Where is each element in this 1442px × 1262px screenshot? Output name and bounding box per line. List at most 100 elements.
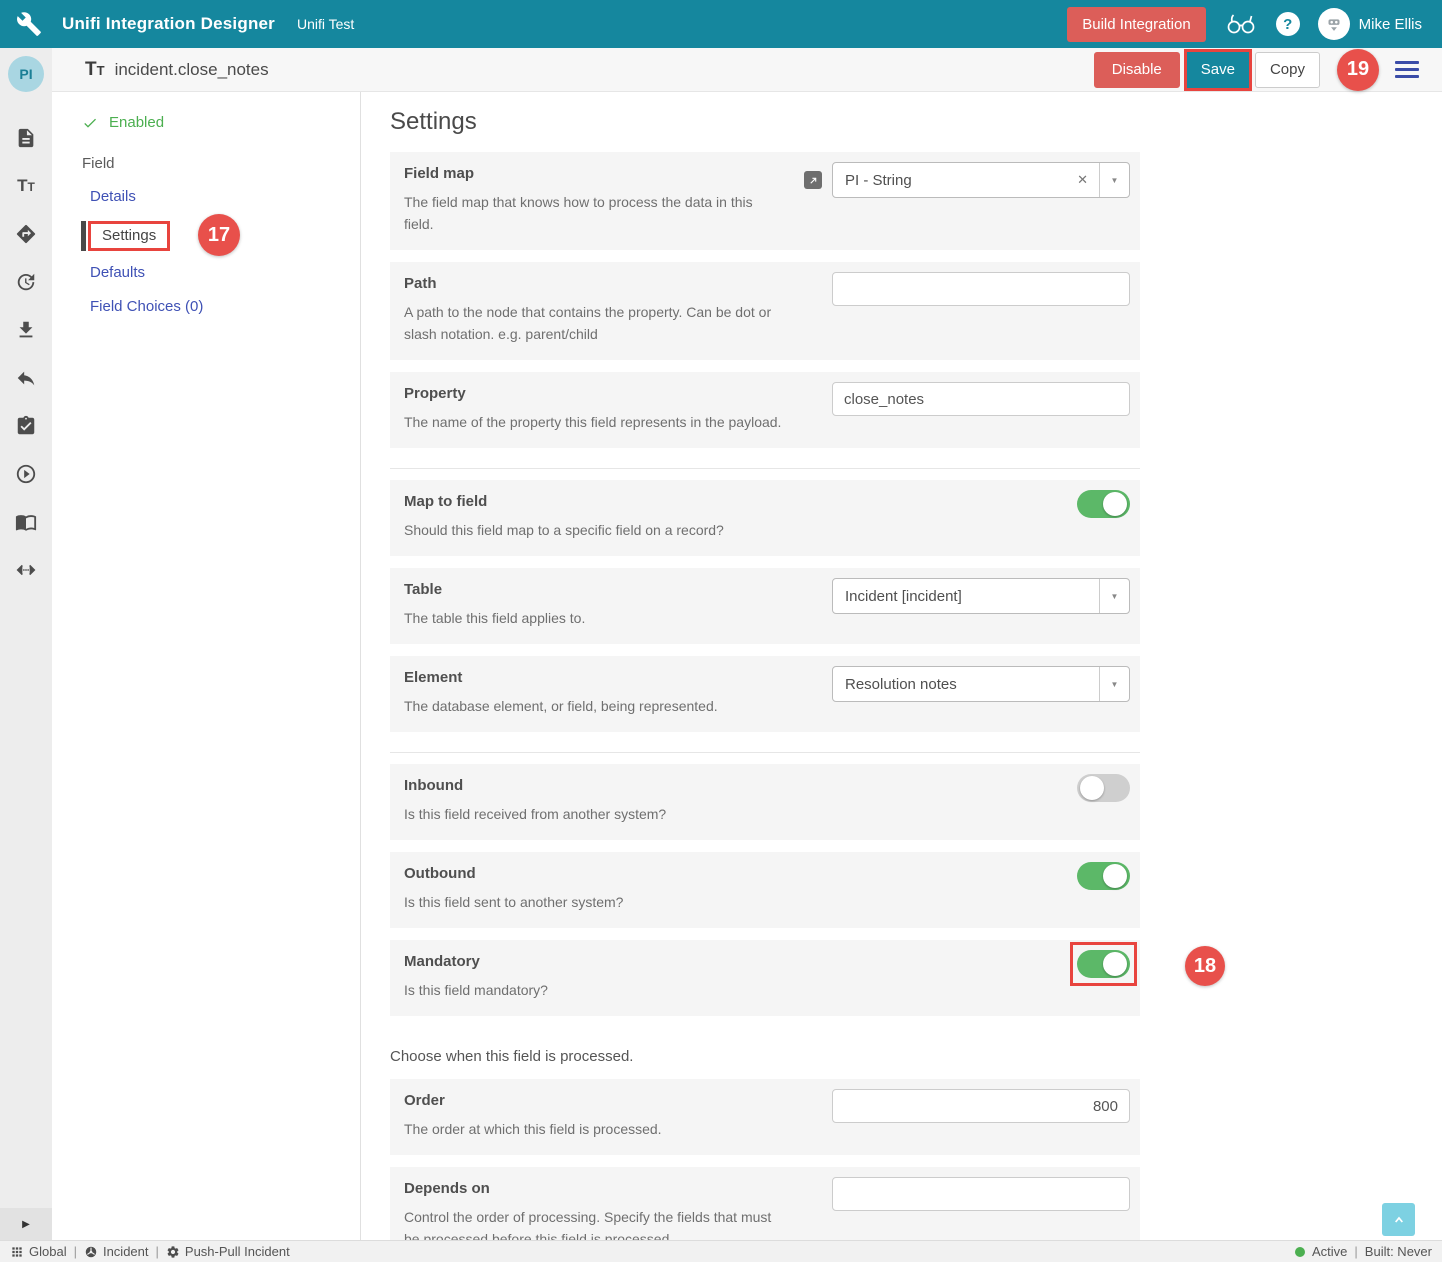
app-subtitle: Unifi Test bbox=[297, 16, 354, 32]
topbar: Unifi Integration Designer Unifi Test Bu… bbox=[0, 0, 1442, 48]
field-description: The field map that knows how to process … bbox=[404, 191, 784, 235]
clear-icon[interactable]: ✕ bbox=[1066, 172, 1099, 188]
page-title: Settings bbox=[390, 108, 1442, 136]
property-input[interactable] bbox=[832, 382, 1130, 416]
path-input[interactable] bbox=[832, 272, 1130, 306]
chevron-up-icon bbox=[1391, 1212, 1407, 1228]
field-description: Should this field map to a specific fiel… bbox=[404, 519, 784, 541]
menu-icon[interactable] bbox=[1395, 61, 1419, 78]
separator: | bbox=[74, 1244, 77, 1259]
integration-item[interactable]: Push-Pull Incident bbox=[166, 1244, 290, 1259]
depends-on-row: Depends on Control the order of processi… bbox=[390, 1167, 1140, 1240]
wrench-icon bbox=[16, 11, 42, 37]
save-annotation-box: Save bbox=[1184, 49, 1252, 91]
help-icon[interactable]: ? bbox=[1276, 12, 1300, 36]
nav-item-settings[interactable]: Settings 17 bbox=[52, 220, 360, 252]
field-map-select[interactable]: PI - String ✕ ▼ bbox=[832, 162, 1130, 198]
code-icon[interactable] bbox=[14, 558, 38, 582]
scope-label: Global bbox=[29, 1244, 67, 1259]
preview-glasses-icon[interactable] bbox=[1224, 11, 1258, 37]
table-value: Incident [incident] bbox=[833, 588, 1099, 605]
element-select[interactable]: Resolution notes ▼ bbox=[832, 666, 1130, 702]
field-description: Is this field mandatory? bbox=[404, 979, 784, 1001]
order-row: Order The order at which this field is p… bbox=[390, 1079, 1140, 1155]
incident-app-icon bbox=[84, 1245, 98, 1259]
settings-annotation-box[interactable]: Settings bbox=[88, 221, 170, 251]
table-item[interactable]: Incident bbox=[84, 1244, 149, 1259]
build-integration-button[interactable]: Build Integration bbox=[1067, 7, 1205, 42]
field-description: The order at which this field is process… bbox=[404, 1118, 784, 1140]
mandatory-row: Mandatory Is this field mandatory? 18 bbox=[390, 940, 1140, 1016]
field-description: The name of the property this field repr… bbox=[404, 411, 784, 433]
field-description: The table this field applies to. bbox=[404, 607, 784, 629]
sidebar-expand-arrow[interactable]: ▶ bbox=[0, 1208, 52, 1240]
scroll-to-top-button[interactable] bbox=[1382, 1203, 1415, 1236]
field-description: A path to the node that contains the pro… bbox=[404, 301, 784, 345]
check-icon bbox=[82, 115, 98, 131]
scope-item[interactable]: Global bbox=[10, 1244, 67, 1259]
separator: | bbox=[1354, 1244, 1357, 1259]
save-button[interactable]: Save bbox=[1187, 52, 1249, 88]
field-label: Inbound bbox=[404, 777, 1126, 794]
active-label: Active bbox=[1312, 1244, 1347, 1259]
grid-apps-icon bbox=[10, 1245, 24, 1259]
user-menu[interactable]: Mike Ellis bbox=[1318, 8, 1422, 40]
table-label: Incident bbox=[103, 1244, 149, 1259]
field-label: Map to field bbox=[404, 493, 1126, 510]
process-note: Choose when this field is processed. bbox=[390, 1048, 1442, 1065]
chevron-down-icon[interactable]: ▼ bbox=[1099, 163, 1129, 197]
active-status-dot bbox=[1295, 1247, 1305, 1257]
divider bbox=[390, 752, 1140, 753]
icon-sidebar: PI TT ▶ bbox=[0, 48, 52, 1240]
record-title: incident.close_notes bbox=[115, 60, 269, 80]
open-record-icon[interactable] bbox=[804, 171, 822, 189]
chevron-down-icon[interactable]: ▼ bbox=[1099, 579, 1129, 613]
app-window: Unifi Integration Designer Unifi Test Bu… bbox=[0, 0, 1442, 1262]
app-title: Unifi Integration Designer bbox=[62, 14, 275, 34]
active-indicator-bar bbox=[81, 221, 86, 251]
map-to-field-toggle[interactable] bbox=[1077, 490, 1130, 518]
text-fields-icon[interactable]: TT bbox=[14, 174, 38, 198]
undo-reply-icon[interactable] bbox=[14, 366, 38, 390]
nav-item-field-choices[interactable]: Field Choices (0) bbox=[52, 298, 360, 315]
mandatory-toggle[interactable] bbox=[1077, 950, 1130, 978]
copy-button[interactable]: Copy bbox=[1255, 52, 1320, 88]
table-row: Table The table this field applies to. I… bbox=[390, 568, 1140, 644]
record-toolbar: TT incident.close_notes Disable Save Cop… bbox=[52, 48, 1442, 92]
depends-on-input[interactable] bbox=[832, 1177, 1130, 1211]
field-label: Mandatory bbox=[404, 953, 1126, 970]
field-description: The database element, or field, being re… bbox=[404, 695, 784, 717]
element-row: Element The database element, or field, … bbox=[390, 656, 1140, 732]
divider bbox=[390, 468, 1140, 469]
document-icon[interactable] bbox=[14, 126, 38, 150]
annotation-step-17: 17 bbox=[198, 214, 240, 256]
directions-icon[interactable] bbox=[14, 222, 38, 246]
order-input[interactable] bbox=[832, 1089, 1130, 1123]
inbound-toggle[interactable] bbox=[1077, 774, 1130, 802]
documentation-book-icon[interactable] bbox=[14, 510, 38, 534]
nav-panel: Enabled Field Details Settings 17 Defaul… bbox=[52, 92, 361, 1240]
map-to-field-row: Map to field Should this field map to a … bbox=[390, 480, 1140, 556]
field-description: Is this field sent to another system? bbox=[404, 891, 784, 913]
integration-avatar[interactable]: PI bbox=[8, 56, 44, 92]
chevron-down-icon[interactable]: ▼ bbox=[1099, 667, 1129, 701]
settings-form: Settings Field map The field map that kn… bbox=[361, 92, 1442, 1240]
nav-item-defaults[interactable]: Defaults bbox=[52, 264, 360, 281]
field-type-icon: TT bbox=[85, 59, 105, 81]
enabled-status: Enabled bbox=[52, 114, 360, 131]
outbound-toggle[interactable] bbox=[1077, 862, 1130, 890]
disable-button[interactable]: Disable bbox=[1094, 52, 1180, 88]
field-label: Outbound bbox=[404, 865, 1126, 882]
tasks-clipboard-icon[interactable] bbox=[14, 414, 38, 438]
run-play-icon[interactable] bbox=[14, 462, 38, 486]
table-select[interactable]: Incident [incident] ▼ bbox=[832, 578, 1130, 614]
download-icon[interactable] bbox=[14, 318, 38, 342]
update-history-icon[interactable] bbox=[14, 270, 38, 294]
path-row: Path A path to the node that contains th… bbox=[390, 262, 1140, 360]
gear-icon bbox=[166, 1245, 180, 1259]
annotation-step-19: 19 bbox=[1337, 49, 1379, 91]
field-description: Control the order of processing. Specify… bbox=[404, 1206, 784, 1240]
nav-item-details[interactable]: Details bbox=[52, 188, 360, 205]
element-value: Resolution notes bbox=[833, 676, 1099, 693]
outbound-row: Outbound Is this field sent to another s… bbox=[390, 852, 1140, 928]
